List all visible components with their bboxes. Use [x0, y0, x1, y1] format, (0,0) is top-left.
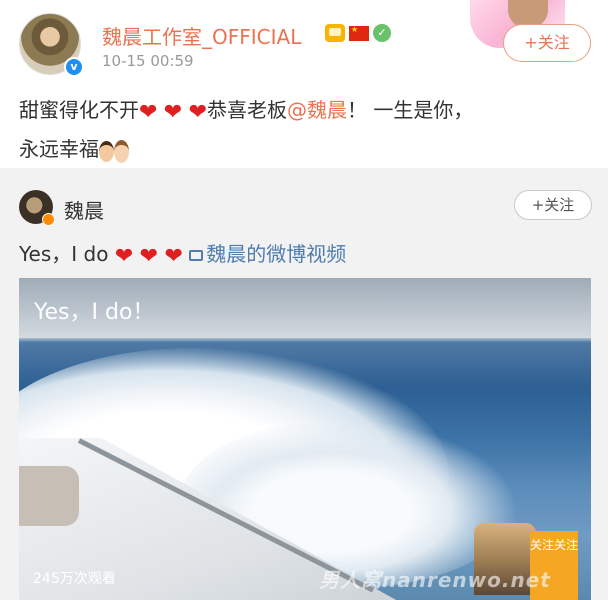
verified-icon: v [64, 57, 84, 77]
repost-text-main: Yes，I do [19, 242, 109, 266]
crown-badge-icon [325, 24, 345, 42]
heart-icon: ❤ [139, 100, 158, 125]
heart-icon: ❤ [139, 244, 159, 269]
view-count: 245万次观看 [33, 571, 116, 587]
video-link-label: 魏晨的微博视频 [206, 242, 347, 266]
repost-username[interactable]: 魏晨 [64, 195, 104, 224]
post-text-part: 永远幸福 [19, 137, 99, 161]
heart-icon: ❤ [114, 244, 134, 269]
mention-link[interactable]: @魏晨 [287, 98, 347, 122]
watermark: 男人窝nanrenwo.net [319, 568, 551, 592]
china-flag-icon [349, 25, 369, 41]
heart-icon: ❤ [163, 100, 183, 125]
post-text: 甜蜜得化不开❤ ❤ ❤恭喜老板@魏晨！ 一生是你， 永远幸福 [19, 92, 594, 167]
heart-icon: ❤ [188, 100, 208, 125]
check-badge-icon: ✓ [373, 24, 391, 42]
video-boat-edge [19, 466, 79, 526]
video-icon [189, 250, 204, 261]
post-text-part: 恭喜老板 [207, 98, 288, 122]
repost-card[interactable]: 魏晨 +关注 Yes，I do ❤ ❤ ❤ 魏晨的微博视频 Yes，I do！ … [0, 168, 608, 600]
video-caption: Yes，I do！ [34, 300, 155, 325]
post-header: v 魏晨工作室_OFFICIAL ✓ 10-15 00:59 +关注 [0, 0, 608, 90]
post-text-part: 甜蜜得化不开 [19, 98, 139, 122]
couple-emoji-icon [99, 137, 131, 163]
user-badges: ✓ [325, 22, 391, 44]
repost-text: Yes，I do ❤ ❤ ❤ 魏晨的微博视频 [19, 238, 346, 269]
follow-button[interactable]: +关注 [503, 24, 591, 62]
post-text-part: ！ 一生是你， [347, 98, 474, 122]
post-timestamp: 10-15 00:59 [102, 52, 194, 70]
video-link[interactable]: 魏晨的微博视频 [189, 242, 346, 266]
video-player[interactable]: Yes，I do！ 245万次观看 关注关注 男人窝nanrenwo.net [19, 278, 591, 600]
verified-icon [42, 213, 55, 226]
heart-icon: ❤ [164, 244, 183, 269]
repost-follow-button[interactable]: +关注 [514, 190, 592, 220]
username[interactable]: 魏晨工作室_OFFICIAL [102, 21, 301, 50]
